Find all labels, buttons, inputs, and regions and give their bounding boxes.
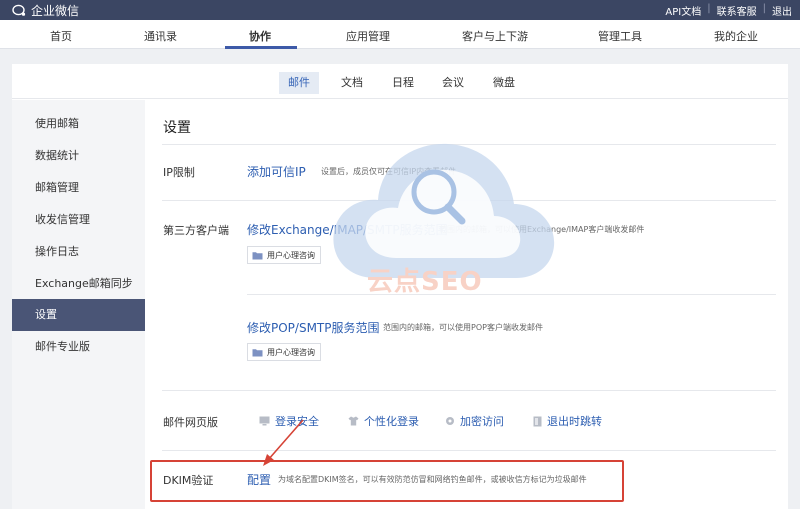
exit-icon xyxy=(533,416,542,426)
custom-login-option[interactable]: 个性化登录 xyxy=(348,413,419,429)
nav-management-tools[interactable]: 管理工具 xyxy=(598,28,642,44)
sidebar-item-exchange-sync[interactable]: Exchange邮箱同步 xyxy=(12,268,145,300)
nav-app-management[interactable]: 应用管理 xyxy=(346,28,390,44)
custom-login-label: 个性化登录 xyxy=(364,415,419,428)
exchange-scope-desc: 范围内的邮箱，可以使用Exchange/IMAP客户端收发邮件 xyxy=(439,225,645,234)
divider xyxy=(162,390,776,391)
ip-restriction-label: IP限制 xyxy=(163,166,195,179)
department-chip-label: 用户心理咨询 xyxy=(267,250,315,260)
sidebar-item-mail-pro[interactable]: 邮件专业版 xyxy=(12,331,145,363)
sidebar: 使用邮箱 数据统计 邮箱管理 收发信管理 操作日志 Exchange邮箱同步 设… xyxy=(12,100,145,509)
divider xyxy=(162,200,776,201)
exit-redirect-option[interactable]: 退出时跳转 xyxy=(533,413,602,429)
add-trusted-ip-link[interactable]: 添加可信IP xyxy=(247,163,306,180)
folder-icon xyxy=(252,251,263,259)
contact-support-link[interactable]: 联系客服 xyxy=(717,3,757,18)
sidebar-item-settings[interactable]: 设置 xyxy=(12,299,145,331)
nav-collaboration[interactable]: 协作 xyxy=(249,28,271,44)
edit-exchange-scope-link[interactable]: 修改Exchange/IMAP/SMTP服务范围 xyxy=(247,221,448,238)
department-chip-label: 用户心理咨询 xyxy=(267,347,315,357)
sub-tabs: 邮件 文档 日程 会议 微盘 xyxy=(12,64,788,99)
encrypted-access-label: 加密访问 xyxy=(460,415,504,428)
divider xyxy=(162,144,776,145)
top-bar: 企业微信 API文档 | 联系客服 | 退出 xyxy=(0,0,800,20)
settings-content: 设置 IP限制 添加可信IP 设置后，成员仅可在可信IP内查看邮件 第三方客户端… xyxy=(162,100,778,509)
shirt-icon xyxy=(348,416,359,426)
active-nav-indicator xyxy=(225,46,297,49)
nav-customers-partners[interactable]: 客户与上下游 xyxy=(462,28,528,44)
nav-my-company[interactable]: 我的企业 xyxy=(714,28,758,44)
folder-icon xyxy=(252,348,263,356)
dkim-highlight-box xyxy=(150,460,624,502)
pop-scope-desc: 范围内的邮箱，可以使用POP客户端收发邮件 xyxy=(383,323,543,332)
tab-docs[interactable]: 文档 xyxy=(332,72,372,94)
tab-meetings[interactable]: 会议 xyxy=(433,72,473,94)
annotation-arrow xyxy=(263,419,304,466)
main-nav: 首页 通讯录 协作 应用管理 客户与上下游 管理工具 我的企业 xyxy=(0,20,800,49)
nav-contacts[interactable]: 通讯录 xyxy=(144,28,177,44)
wecom-logo-icon xyxy=(12,4,26,16)
sidebar-item-operation-log[interactable]: 操作日志 xyxy=(12,236,145,268)
edit-pop-scope-link[interactable]: 修改POP/SMTP服务范围 xyxy=(247,319,380,336)
divider xyxy=(247,294,776,295)
sidebar-item-send-receive-management[interactable]: 收发信管理 xyxy=(12,204,145,236)
department-chip[interactable]: 用户心理咨询 xyxy=(247,246,321,264)
tab-mail[interactable]: 邮件 xyxy=(279,72,319,94)
tab-drive[interactable]: 微盘 xyxy=(484,72,524,94)
nav-home[interactable]: 首页 xyxy=(50,28,72,44)
divider: | xyxy=(762,3,766,14)
department-chip[interactable]: 用户心理咨询 xyxy=(247,343,321,361)
gear-icon xyxy=(446,417,454,425)
ip-restriction-desc: 设置后，成员仅可在可信IP内查看邮件 xyxy=(321,167,457,176)
exit-redirect-label: 退出时跳转 xyxy=(547,415,602,428)
tab-calendar[interactable]: 日程 xyxy=(383,72,423,94)
sidebar-item-statistics[interactable]: 数据统计 xyxy=(12,140,145,172)
divider: | xyxy=(707,3,711,14)
app-logo[interactable]: 企业微信 xyxy=(12,2,79,18)
page-title: 设置 xyxy=(163,120,191,136)
app-logo-text: 企业微信 xyxy=(31,3,80,18)
api-docs-link[interactable]: API文档 xyxy=(665,3,701,18)
webmail-label: 邮件网页版 xyxy=(163,416,218,429)
logout-link[interactable]: 退出 xyxy=(772,3,792,18)
divider xyxy=(162,450,776,451)
sidebar-item-use-mailbox[interactable]: 使用邮箱 xyxy=(12,108,145,140)
encrypted-access-option[interactable]: 加密访问 xyxy=(445,413,504,429)
sidebar-item-mailbox-management[interactable]: 邮箱管理 xyxy=(12,172,145,204)
main-panel: 邮件 文档 日程 会议 微盘 使用邮箱 数据统计 邮箱管理 收发信管理 操作日志… xyxy=(12,64,788,509)
third-party-client-label: 第三方客户端 xyxy=(163,224,229,237)
